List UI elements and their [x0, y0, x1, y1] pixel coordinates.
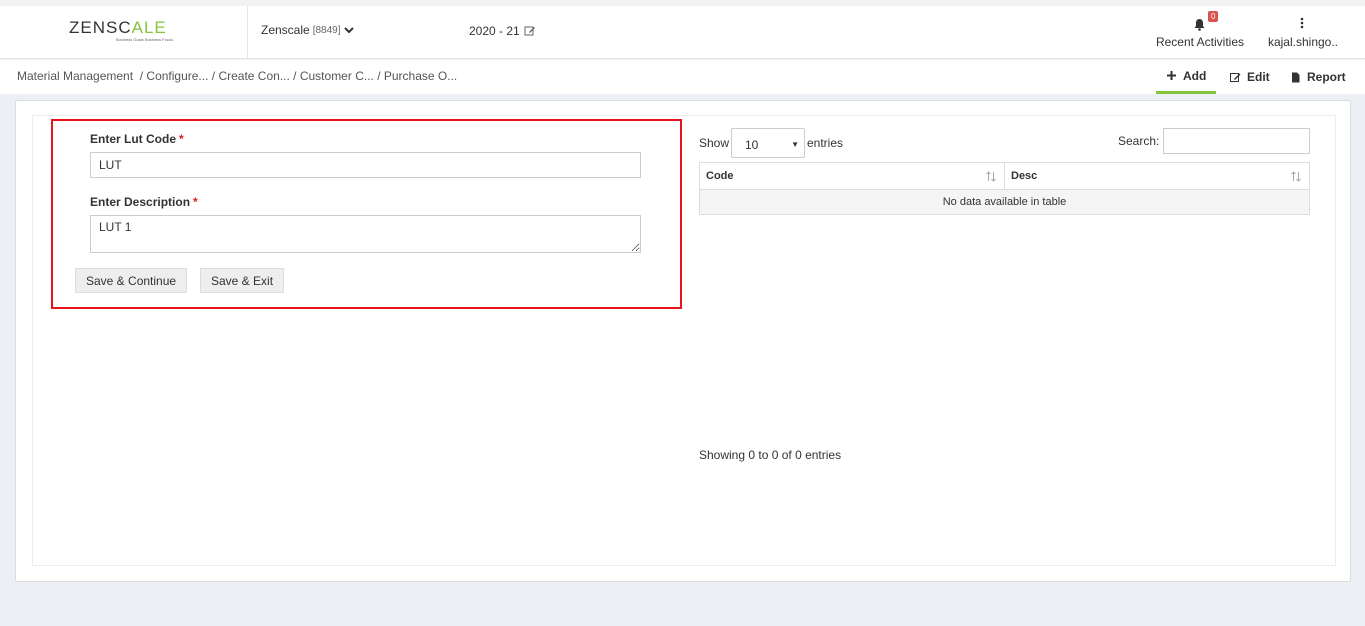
breadcrumb: Material Management / Configure... / Cre… [17, 69, 457, 83]
breadcrumb-item[interactable]: / Create Con... [212, 69, 290, 83]
chevron-down-icon [343, 27, 354, 34]
caret-down-icon: ▼ [791, 140, 799, 149]
plus-icon [1167, 71, 1176, 80]
lut-form: Enter Lut Code* Enter Description* LUT 1… [51, 119, 682, 309]
table-row: No data available in table [699, 189, 1310, 215]
save-continue-button[interactable]: Save & Continue [75, 268, 188, 293]
table-info: Showing 0 to 0 of 0 entries [699, 448, 842, 462]
bell-icon [1194, 19, 1205, 31]
more-vertical-icon [1300, 17, 1304, 29]
lut-code-input[interactable] [90, 152, 641, 178]
edit-button[interactable]: Edit [1230, 60, 1270, 94]
logo-container: ZENSCALE Business Goals Business Focus [0, 6, 248, 59]
edit-icon [524, 26, 535, 36]
file-icon [1292, 72, 1300, 82]
user-menu[interactable]: kajal.shingo.. [1262, 9, 1344, 55]
lut-code-label: Enter Lut Code * [90, 132, 184, 146]
financial-year[interactable]: 2020 - 21 [469, 24, 536, 38]
year-label: 2020 - 21 [469, 24, 520, 38]
content-panel: Enter Lut Code* Enter Description* LUT 1… [15, 100, 1351, 582]
user-name: kajal.shingo.. [1267, 35, 1339, 49]
empty-table-message: No data available in table [699, 189, 1310, 215]
breadcrumb-item[interactable]: / Customer C... [293, 69, 374, 83]
sort-icon [1291, 171, 1301, 182]
report-button[interactable]: Report [1290, 60, 1346, 94]
entries-length-select[interactable]: 10 ▼ [731, 128, 805, 158]
add-button[interactable]: Add [1156, 60, 1216, 94]
description-label: Enter Description * [90, 195, 198, 209]
show-label: Show [699, 136, 730, 150]
sort-icon [986, 171, 996, 182]
data-table: Code Desc No data available in table [699, 162, 1310, 215]
company-selector[interactable]: Zenscale [8849] [261, 23, 354, 37]
search-label: Search: [1118, 134, 1160, 148]
breadcrumb-item[interactable]: / Configure... [140, 69, 209, 83]
notification-badge: 0 [1208, 11, 1219, 22]
save-exit-button[interactable]: Save & Exit [200, 268, 285, 293]
column-header-desc[interactable]: Desc [1004, 162, 1310, 190]
breadcrumb-item[interactable]: / Purchase O... [377, 69, 457, 83]
search-input[interactable] [1163, 128, 1310, 154]
app-header: ZENSCALE Business Goals Business Focus Z… [0, 6, 1365, 59]
column-header-code[interactable]: Code [699, 162, 1005, 190]
content-inner: Enter Lut Code* Enter Description* LUT 1… [32, 115, 1336, 566]
company-code: [8849] [312, 24, 341, 36]
sub-toolbar: Material Management / Configure... / Cre… [0, 60, 1365, 94]
entries-label: entries [807, 136, 844, 150]
zenscale-logo[interactable]: ZENSCALE [69, 18, 167, 38]
logo-tagline: Business Goals Business Focus [116, 37, 174, 42]
recent-activities[interactable]: 0 Recent Activities [1150, 9, 1250, 55]
breadcrumb-root[interactable]: Material Management [17, 69, 133, 83]
company-name: Zenscale [261, 23, 310, 37]
recent-activities-label: Recent Activities [1155, 35, 1245, 49]
description-input[interactable]: LUT 1 [90, 215, 641, 253]
edit-icon [1230, 72, 1241, 82]
